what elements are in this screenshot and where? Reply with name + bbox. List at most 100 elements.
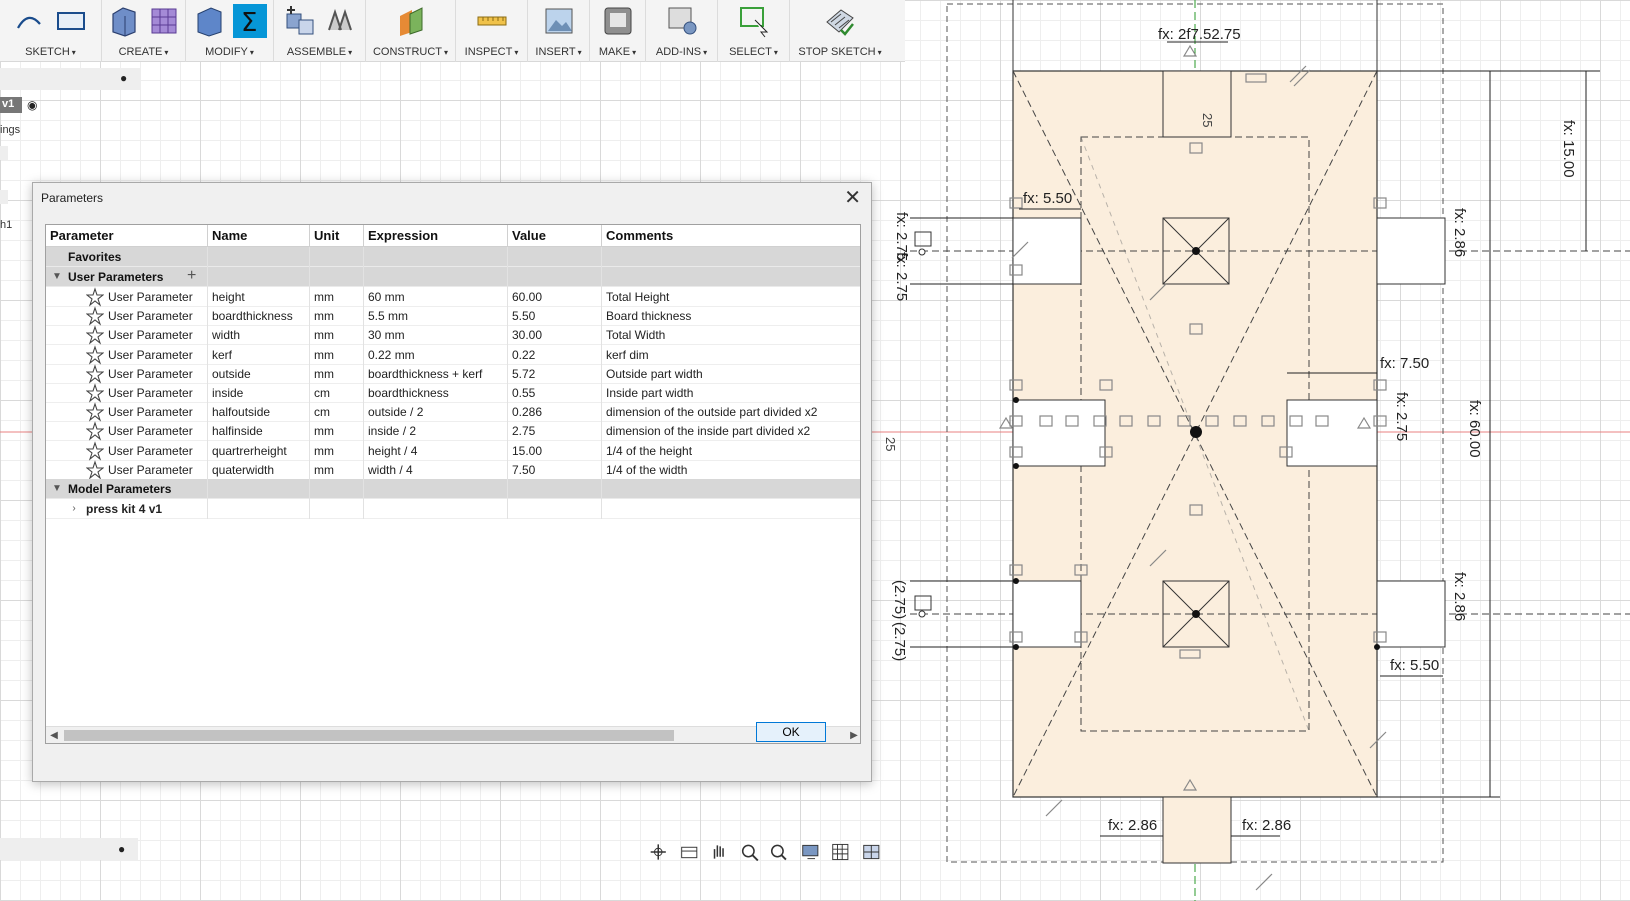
stop-sketch-icon[interactable] bbox=[823, 4, 857, 38]
cell-comment[interactable]: Board thickness bbox=[602, 306, 860, 326]
new-component-icon[interactable] bbox=[283, 4, 317, 38]
cell-comment[interactable]: dimension of the outside part divided x2 bbox=[602, 402, 860, 422]
cell-expression[interactable]: width / 4 bbox=[364, 459, 508, 480]
cell-expression[interactable]: 60 mm bbox=[364, 287, 508, 307]
rectangle-icon[interactable] bbox=[54, 4, 88, 38]
toolbar-group-modify[interactable]: Σ MODIFY ▾ bbox=[186, 0, 274, 62]
cell-expression[interactable]: boardthickness bbox=[364, 383, 508, 403]
cell-name[interactable]: boardthickness bbox=[208, 306, 310, 327]
cell-name[interactable]: inside bbox=[208, 383, 310, 403]
fit-icon[interactable] bbox=[767, 841, 794, 863]
cell-name[interactable]: width bbox=[208, 325, 310, 346]
orbit-icon[interactable] bbox=[645, 841, 672, 863]
collapse-icon[interactable]: ● bbox=[120, 71, 127, 85]
table-row[interactable]: User Parameter outside mm boardthickness + … bbox=[46, 363, 860, 384]
look-at-icon[interactable] bbox=[676, 841, 703, 863]
group-model-parameters[interactable]: ▼ Model Parameters bbox=[46, 479, 860, 499]
toolbar-group-insert[interactable]: INSERT ▾ bbox=[528, 0, 590, 62]
offset-plane-icon[interactable] bbox=[394, 4, 428, 38]
cell-name[interactable]: halfoutside bbox=[208, 402, 310, 423]
toolbar-group-assemble[interactable]: ASSEMBLE ▾ bbox=[274, 0, 366, 62]
col-value[interactable]: Value bbox=[508, 225, 602, 247]
toolbar-group-select[interactable]: SELECT ▾ bbox=[718, 0, 790, 62]
table-row[interactable]: User Parameter height mm 60 mm 60.00 Total He… bbox=[46, 287, 860, 307]
parameters-sigma-icon[interactable]: Σ bbox=[232, 4, 267, 38]
col-expression[interactable]: Expression bbox=[364, 225, 508, 247]
cell-expression[interactable]: boardthickness + kerf bbox=[364, 363, 508, 384]
table-row[interactable]: User Parameter boardthickness mm 5.5 mm 5.50… bbox=[46, 306, 860, 327]
col-name[interactable]: Name bbox=[208, 225, 310, 247]
measure-icon[interactable] bbox=[475, 4, 509, 38]
select-cursor-icon[interactable] bbox=[737, 4, 771, 38]
group-user-parameters[interactable]: ▼ User Parameters + bbox=[46, 267, 860, 287]
cell-comment[interactable]: Inside part width bbox=[602, 383, 860, 403]
cell-name[interactable]: halfinside bbox=[208, 421, 310, 442]
scroll-thumb[interactable] bbox=[64, 730, 674, 741]
add-parameter-icon[interactable]: + bbox=[187, 267, 196, 285]
toolbar-group-construct[interactable]: CONSTRUCT ▾ bbox=[366, 0, 456, 62]
3d-print-icon[interactable] bbox=[601, 4, 635, 38]
table-row[interactable]: User Parameter halfinside mm inside / 2 2.75… bbox=[46, 421, 860, 442]
table-row[interactable]: User Parameter quaterwidth mm width / 4 7.50… bbox=[46, 459, 860, 480]
table-row[interactable]: User Parameter halfoutside cm outside / 2 0.… bbox=[46, 402, 860, 423]
cell-expression[interactable]: outside / 2 bbox=[364, 402, 508, 423]
cell-expression[interactable]: height / 4 bbox=[364, 440, 508, 461]
cell-name[interactable]: quaterwidth bbox=[208, 459, 310, 480]
cell-name[interactable]: height bbox=[208, 287, 310, 307]
close-icon[interactable]: ✕ bbox=[844, 185, 861, 210]
cell-comment[interactable]: dimension of the inside part divided x2 bbox=[602, 421, 860, 441]
browser-item-ings[interactable]: ings bbox=[0, 124, 20, 136]
radio-icon[interactable]: ◉ bbox=[27, 98, 37, 112]
table-row[interactable]: User Parameter kerf mm 0.22 mm 0.22 kerf dim bbox=[46, 344, 860, 365]
scroll-left-icon[interactable]: ◀ bbox=[46, 727, 62, 743]
cell-name[interactable]: quartrerheight bbox=[208, 440, 310, 461]
toolbar-group-make[interactable]: MAKE ▾ bbox=[590, 0, 646, 62]
toolbar-group-add-ins[interactable]: ADD-INS ▾ bbox=[646, 0, 718, 62]
col-comments[interactable]: Comments bbox=[602, 225, 860, 247]
col-unit[interactable]: Unit bbox=[310, 225, 364, 247]
cell-parameter: User Parameter bbox=[46, 306, 208, 327]
browser-item-v1[interactable]: v1 bbox=[0, 97, 22, 113]
table-row[interactable]: User Parameter width mm 30 mm 30.00 Total Wid… bbox=[46, 325, 860, 346]
cell-expression[interactable]: 5.5 mm bbox=[364, 306, 508, 327]
group-favorites[interactable]: Favorites bbox=[46, 247, 860, 267]
col-parameter[interactable]: Parameter bbox=[46, 225, 208, 247]
cell-comment[interactable]: Total Width bbox=[602, 325, 860, 345]
insert-image-icon[interactable] bbox=[542, 4, 576, 38]
cell-comment[interactable]: 1/4 of the height bbox=[602, 441, 860, 461]
ok-button[interactable]: OK bbox=[756, 722, 826, 742]
table-row[interactable]: User Parameter quartrerheight mm height / 4… bbox=[46, 440, 860, 461]
form-icon[interactable] bbox=[147, 4, 181, 38]
cell-expression[interactable]: 0.22 mm bbox=[364, 344, 508, 365]
grid-settings-icon[interactable] bbox=[828, 841, 855, 863]
cell-comment[interactable]: kerf dim bbox=[602, 345, 860, 365]
toolbar-group-stop-sketch[interactable]: STOP SKETCH ▾ bbox=[790, 0, 890, 62]
arc-icon[interactable] bbox=[14, 4, 48, 38]
expand-icon[interactable]: ● bbox=[118, 842, 125, 856]
dim-right-vert-bot: fx: 2.86 bbox=[1451, 572, 1468, 621]
toolbar-group-sketch[interactable]: SKETCH ▾ bbox=[0, 0, 102, 62]
cell-name[interactable]: outside bbox=[208, 363, 310, 384]
model-item-row[interactable]: › press kit 4 v1 bbox=[46, 499, 860, 519]
toolbar-group-inspect[interactable]: INSPECT ▾ bbox=[456, 0, 528, 62]
cell-expression[interactable]: inside / 2 bbox=[364, 421, 508, 442]
table-row[interactable]: User Parameter inside cm boardthickness 0.55… bbox=[46, 383, 860, 403]
viewports-icon[interactable] bbox=[859, 841, 886, 863]
extrude-icon[interactable] bbox=[107, 4, 141, 38]
cell-comment[interactable]: Outside part width bbox=[602, 364, 860, 384]
browser-item-h1[interactable]: h1 bbox=[0, 219, 12, 231]
zoom-icon[interactable] bbox=[737, 841, 764, 863]
display-settings-icon[interactable] bbox=[798, 841, 825, 863]
cell-expression[interactable]: 30 mm bbox=[364, 325, 508, 346]
cell-name[interactable]: kerf bbox=[208, 344, 310, 365]
press-pull-icon[interactable] bbox=[193, 4, 227, 38]
cell-comment[interactable]: Total Height bbox=[602, 287, 860, 307]
joint-icon[interactable] bbox=[323, 4, 357, 38]
pan-hand-icon[interactable] bbox=[706, 841, 733, 863]
cell-comment[interactable]: 1/4 of the width bbox=[602, 460, 860, 480]
dim-paren-a: (2.75) bbox=[891, 580, 908, 619]
scripts-addins-icon[interactable] bbox=[665, 4, 699, 38]
toolbar-group-create[interactable]: CREATE ▾ bbox=[102, 0, 186, 62]
horizontal-scrollbar[interactable]: ◀ ▶ bbox=[46, 726, 860, 743]
scroll-right-icon[interactable]: ▶ bbox=[846, 727, 860, 743]
